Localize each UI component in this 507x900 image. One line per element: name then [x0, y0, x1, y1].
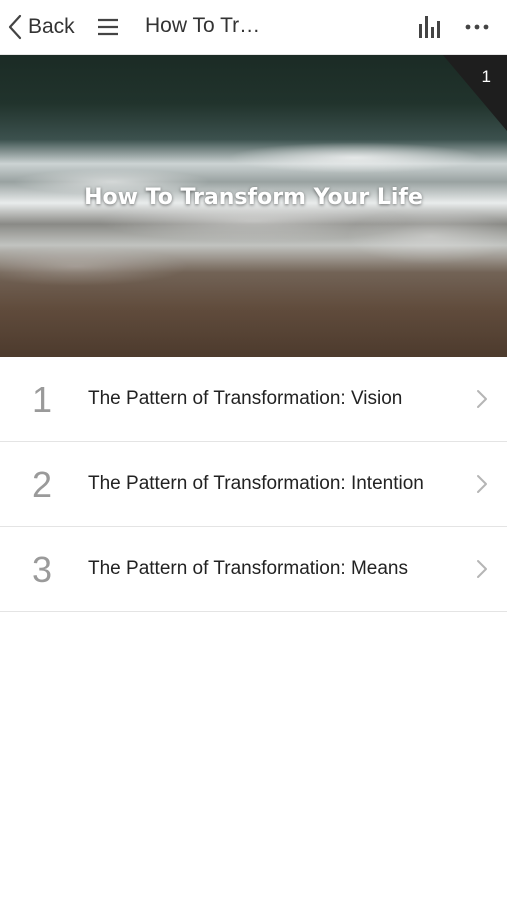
back-button[interactable]: Back — [8, 12, 75, 42]
bar-chart-icon[interactable] — [416, 14, 444, 40]
lesson-number: 1 — [31, 379, 53, 420]
lesson-number: 2 — [31, 464, 53, 505]
lesson-number: 3 — [31, 549, 53, 590]
chevron-right-icon — [476, 389, 488, 409]
chevron-left-icon — [8, 14, 22, 40]
lesson-title: The Pattern of Transformation: Means — [88, 558, 408, 579]
list-item[interactable]: 2 The Pattern of Transformation: Intenti… — [0, 442, 507, 527]
list-item[interactable]: 1 The Pattern of Transformation: Vision — [0, 357, 507, 442]
hero-title: How To Transform Your Life — [84, 185, 423, 210]
corner-badge-number: 1 — [481, 67, 491, 86]
lesson-list: 1 The Pattern of Transformation: Vision … — [0, 357, 507, 612]
more-dots-icon[interactable] — [464, 14, 492, 40]
page-title: How To Tr… — [145, 14, 261, 37]
chevron-right-icon — [476, 559, 488, 579]
hero-banner: How To Transform Your Life 1 — [0, 55, 507, 357]
chevron-right-icon — [476, 474, 488, 494]
corner-badge-triangle — [443, 55, 507, 131]
lesson-title: The Pattern of Transformation: Vision — [88, 388, 403, 409]
corner-badge: 1 — [443, 55, 507, 131]
lesson-title: The Pattern of Transformation: Intention — [88, 473, 424, 494]
list-item[interactable]: 3 The Pattern of Transformation: Means — [0, 527, 507, 612]
top-nav-bar: Back How To Tr… — [0, 0, 507, 55]
hamburger-menu-icon[interactable] — [96, 15, 120, 39]
back-label: Back — [28, 15, 75, 38]
